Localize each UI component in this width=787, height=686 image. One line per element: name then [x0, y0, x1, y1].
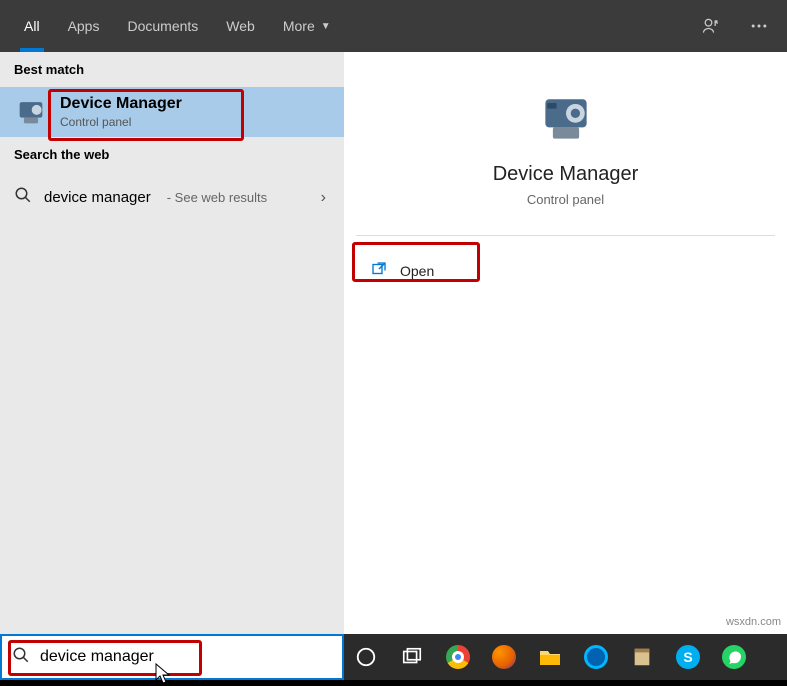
search-box[interactable]: [0, 634, 344, 680]
preview-subtitle: Control panel: [527, 192, 604, 207]
search-icon: [14, 186, 32, 209]
open-icon: [370, 260, 388, 281]
taskbar-firefox[interactable]: [490, 643, 518, 671]
section-best-match: Best match: [0, 52, 344, 87]
taskbar-skype[interactable]: S: [674, 643, 702, 671]
taskbar-notes[interactable]: [628, 643, 656, 671]
result-device-manager[interactable]: Device Manager Control panel: [0, 87, 344, 137]
taskbar-task-view[interactable]: [398, 643, 426, 671]
open-action[interactable]: Open: [356, 250, 775, 291]
result-subtitle: Control panel: [60, 115, 182, 129]
result-title: Device Manager: [60, 95, 182, 113]
feedback-icon[interactable]: [701, 16, 721, 36]
preview-panel: Device Manager Control panel Open: [344, 52, 787, 634]
search-filter-tabs: All Apps Documents Web More ▼: [0, 0, 787, 52]
chevron-right-icon: ›: [321, 189, 326, 207]
device-manager-icon: [14, 95, 48, 129]
taskbar-cortana[interactable]: [352, 643, 380, 671]
tab-more-label: More: [283, 18, 315, 34]
open-label: Open: [400, 263, 434, 279]
taskbar-whatsapp[interactable]: [720, 643, 748, 671]
chevron-down-icon: ▼: [321, 21, 331, 32]
tab-web[interactable]: Web: [212, 0, 269, 52]
section-search-web: Search the web: [0, 137, 344, 172]
web-result-row[interactable]: device manager - See web results ›: [0, 172, 344, 223]
web-query-text: device manager: [44, 189, 151, 206]
preview-icon: [536, 88, 596, 153]
watermark: wsxdn.com: [726, 616, 781, 628]
taskbar-chrome[interactable]: [444, 643, 472, 671]
taskbar: S: [344, 634, 787, 680]
tab-all[interactable]: All: [10, 0, 54, 52]
search-icon: [12, 646, 30, 669]
search-input[interactable]: [40, 648, 332, 666]
results-panel: Best match Device Manager Control panel …: [0, 52, 344, 634]
mouse-cursor-icon: [154, 662, 172, 686]
taskbar-groove[interactable]: [582, 643, 610, 671]
preview-title: Device Manager: [493, 163, 639, 186]
web-hint-text: - See web results: [167, 190, 267, 205]
taskbar-file-explorer[interactable]: [536, 643, 564, 671]
more-options-icon[interactable]: [749, 16, 769, 36]
tab-documents[interactable]: Documents: [113, 0, 212, 52]
tab-more[interactable]: More ▼: [269, 0, 345, 52]
tab-apps[interactable]: Apps: [54, 0, 114, 52]
